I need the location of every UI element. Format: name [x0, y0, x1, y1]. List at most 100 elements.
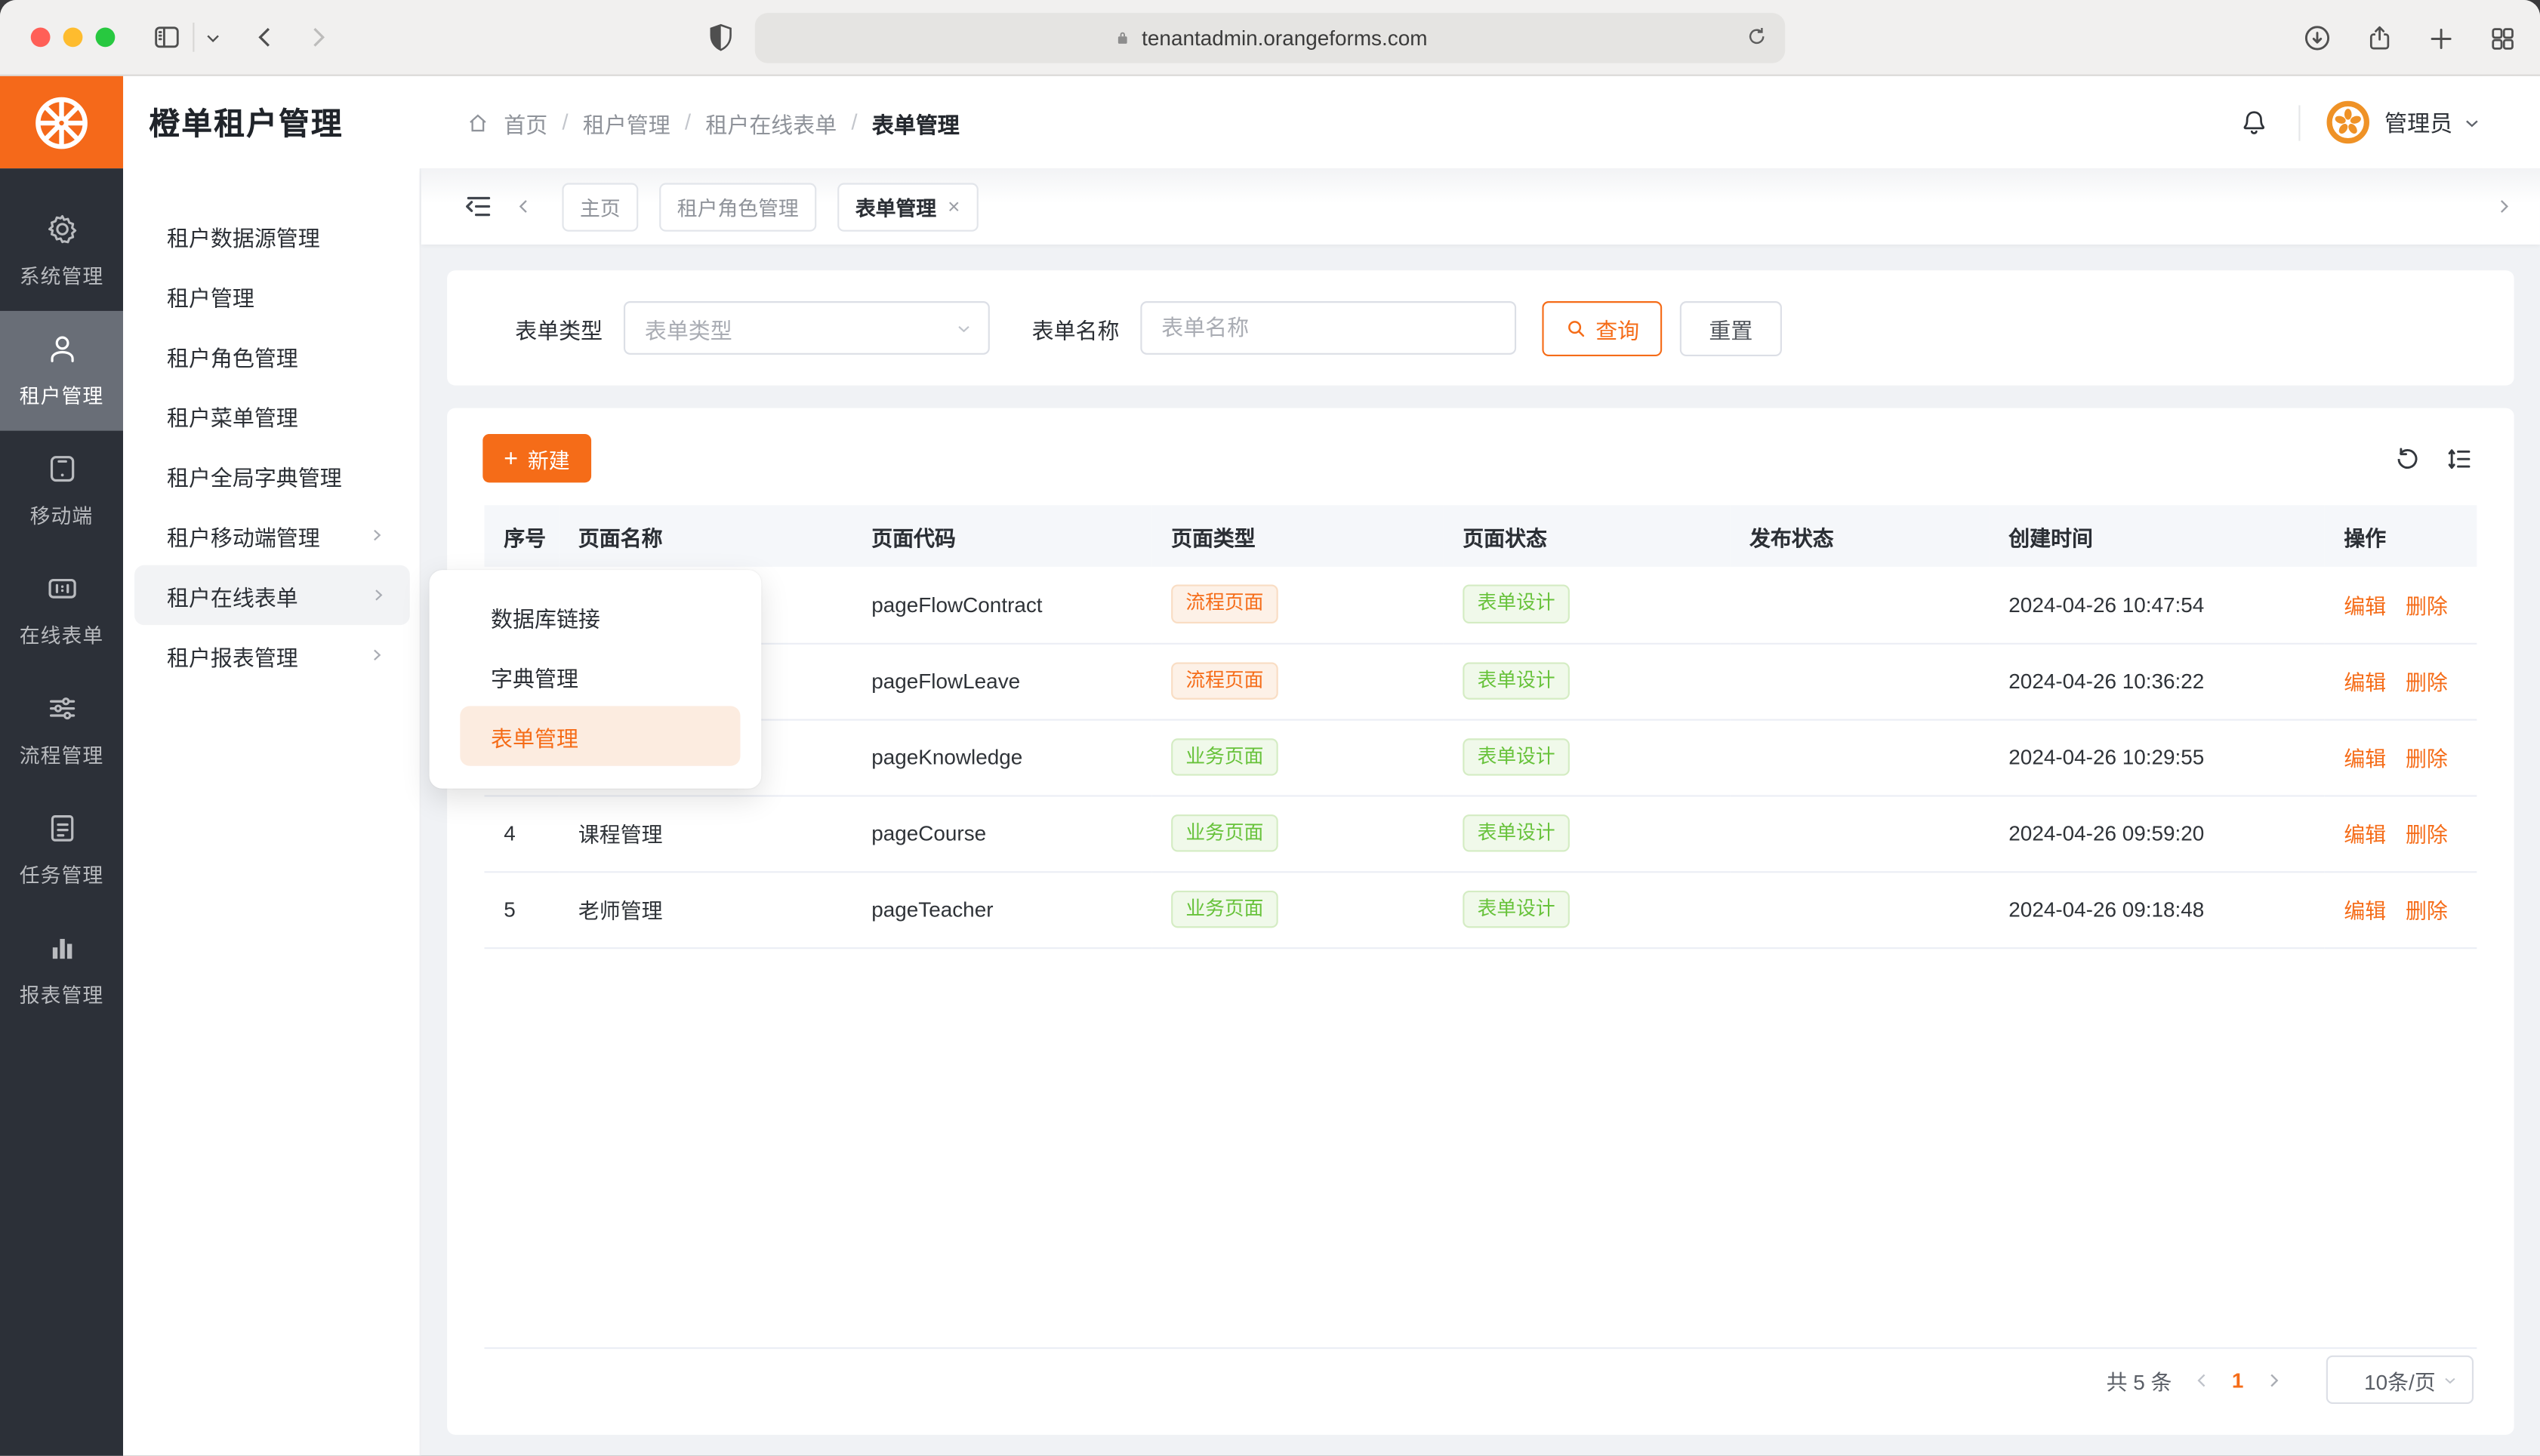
sidebar-item-global-dict[interactable]: 租户全局字典管理 [123, 445, 420, 505]
zoom-window-button[interactable] [96, 27, 116, 47]
menu-item-db-link[interactable]: 数据库链接 [430, 586, 762, 646]
delete-link[interactable]: 删除 [2406, 670, 2448, 694]
next-page-icon[interactable] [2263, 1369, 2284, 1390]
cell-created: 2024-04-26 10:36:22 [1990, 643, 2325, 719]
menu-item-label: 表单管理 [491, 720, 578, 753]
page-type-badge: 业务页面 [1171, 890, 1278, 928]
screenshot-stage: tenantadmin.orangeforms.com [0, 0, 2540, 1456]
form-type-select[interactable]: 表单类型 [624, 301, 990, 355]
chevron-right-icon [369, 586, 387, 605]
edit-link[interactable]: 编辑 [2344, 670, 2386, 694]
toolbar-right-icons [2302, 0, 2517, 76]
tab-form-mgmt[interactable]: 表单管理 × [837, 182, 978, 230]
page-status-badge: 表单设计 [1463, 738, 1570, 777]
tab-label: 主页 [580, 191, 621, 222]
sidebar-item-tenant-online-form[interactable]: 租户在线表单 [134, 565, 410, 625]
address-bar[interactable]: tenantadmin.orangeforms.com [755, 13, 1785, 63]
sidebar-item-label: 租户在线表单 [167, 579, 298, 611]
chevron-down-icon [2441, 1371, 2459, 1389]
rail-item-mobile[interactable]: 移动端 [0, 431, 123, 551]
page-type-badge: 业务页面 [1171, 814, 1278, 852]
page-size-select[interactable]: 10条/页 [2326, 1356, 2474, 1404]
reload-icon[interactable] [1745, 24, 1769, 48]
forward-button[interactable] [303, 23, 332, 52]
delete-link[interactable]: 删除 [2406, 594, 2448, 618]
menu-item-label: 数据库链接 [491, 600, 600, 633]
sidebar-item-label: 租户报表管理 [167, 639, 298, 671]
edit-link[interactable]: 编辑 [2344, 594, 2386, 618]
tabs-scroll-right-icon[interactable] [2493, 196, 2514, 217]
cell-created: 2024-04-26 10:29:55 [1990, 719, 2325, 796]
user-name[interactable]: 管理员 [2384, 106, 2452, 139]
refresh-icon[interactable] [2394, 445, 2421, 472]
menu-item-form-mgmt[interactable]: 表单管理 [460, 706, 740, 765]
mobile-icon [45, 452, 79, 486]
breadcrumb-item[interactable]: 租户在线表单 [705, 106, 837, 139]
col-header: 页面代码 [852, 505, 1151, 567]
close-window-button[interactable] [31, 27, 51, 47]
menu-item-dict-mgmt[interactable]: 字典管理 [430, 646, 762, 706]
menu-fold-icon[interactable] [464, 191, 495, 222]
sidebar-item-datasource[interactable]: 租户数据源管理 [123, 205, 420, 265]
close-tab-icon[interactable]: × [948, 194, 960, 218]
edit-link[interactable]: 编辑 [2344, 823, 2386, 847]
tab-home[interactable]: 主页 [562, 182, 638, 230]
delete-link[interactable]: 删除 [2406, 823, 2448, 847]
new-tab-icon[interactable] [2427, 23, 2456, 53]
sidebar-item-tenant-mgmt[interactable]: 租户管理 [123, 266, 420, 325]
sidebar-item-tenant-report[interactable]: 租户报表管理 [123, 625, 420, 685]
delete-link[interactable]: 删除 [2406, 899, 2448, 923]
create-button[interactable]: + 新建 [482, 434, 590, 482]
gear-icon [45, 212, 79, 246]
rail-item-tenant[interactable]: 租户管理 [0, 311, 123, 431]
delete-link[interactable]: 删除 [2406, 746, 2448, 771]
tab-group-caret-icon[interactable] [204, 29, 222, 47]
home-icon[interactable] [467, 111, 489, 134]
rail-item-task[interactable]: 任务管理 [0, 790, 123, 910]
back-button[interactable] [251, 23, 281, 52]
sidebar-item-tenant-menu[interactable]: 租户菜单管理 [123, 386, 420, 445]
lock-icon [1113, 27, 1133, 48]
share-icon[interactable] [2365, 23, 2394, 54]
tabs-scroll-left-icon[interactable] [513, 196, 535, 217]
notifications-bell-icon[interactable] [2239, 106, 2270, 139]
total-count: 共 5 条 [2107, 1364, 2172, 1395]
tab-label: 表单管理 [855, 191, 936, 222]
chevron-right-icon [368, 646, 386, 664]
cell-name: 课程管理 [559, 795, 852, 871]
col-header: 序号 [484, 505, 559, 567]
sidebar-item-label: 租户角色管理 [167, 339, 298, 371]
user-menu-caret-icon[interactable] [2462, 112, 2482, 132]
col-header: 页面类型 [1151, 505, 1443, 567]
minimize-window-button[interactable] [63, 27, 83, 47]
breadcrumb-separator: / [852, 110, 858, 134]
avatar[interactable] [2326, 100, 2370, 144]
breadcrumb-item[interactable]: 首页 [504, 106, 547, 139]
edit-link[interactable]: 编辑 [2344, 899, 2386, 923]
sidebar-item-tenant-role[interactable]: 租户角色管理 [123, 325, 420, 385]
col-header: 页面状态 [1444, 505, 1731, 567]
app-header: 橙单租户管理 首页 / 租户管理 / 租户在线表单 / 表单管理 [0, 76, 2540, 168]
prev-page-icon[interactable] [2191, 1369, 2212, 1390]
breadcrumb-item[interactable]: 租户管理 [583, 106, 670, 139]
query-button[interactable]: 查询 [1542, 300, 1662, 356]
reset-button[interactable]: 重置 [1680, 300, 1782, 356]
privacy-shield-icon[interactable] [708, 22, 734, 53]
downloads-icon[interactable] [2302, 23, 2333, 54]
main-nav-rail: 系统管理 租户管理 移动端 在线表单 流程管理 任务管理 报表管理 [0, 168, 123, 1456]
form-name-input[interactable] [1140, 301, 1516, 355]
rail-item-online-form[interactable]: 在线表单 [0, 550, 123, 670]
col-header: 发布状态 [1730, 505, 1989, 567]
cell-code: pageFlowContract [852, 567, 1151, 643]
current-page[interactable]: 1 [2232, 1368, 2244, 1392]
tab-tenant-role[interactable]: 租户角色管理 [659, 182, 816, 230]
rail-item-system[interactable]: 系统管理 [0, 191, 123, 311]
sidebar-item-tenant-mobile[interactable]: 租户移动端管理 [123, 505, 420, 565]
sidebar-toggle-icon[interactable] [151, 21, 183, 54]
tab-overview-icon[interactable] [2488, 23, 2517, 53]
rail-item-report[interactable]: 报表管理 [0, 910, 123, 1030]
edit-link[interactable]: 编辑 [2344, 746, 2386, 771]
row-density-icon[interactable] [2446, 445, 2474, 472]
rail-item-flow[interactable]: 流程管理 [0, 670, 123, 790]
cell-no: 4 [484, 795, 559, 871]
